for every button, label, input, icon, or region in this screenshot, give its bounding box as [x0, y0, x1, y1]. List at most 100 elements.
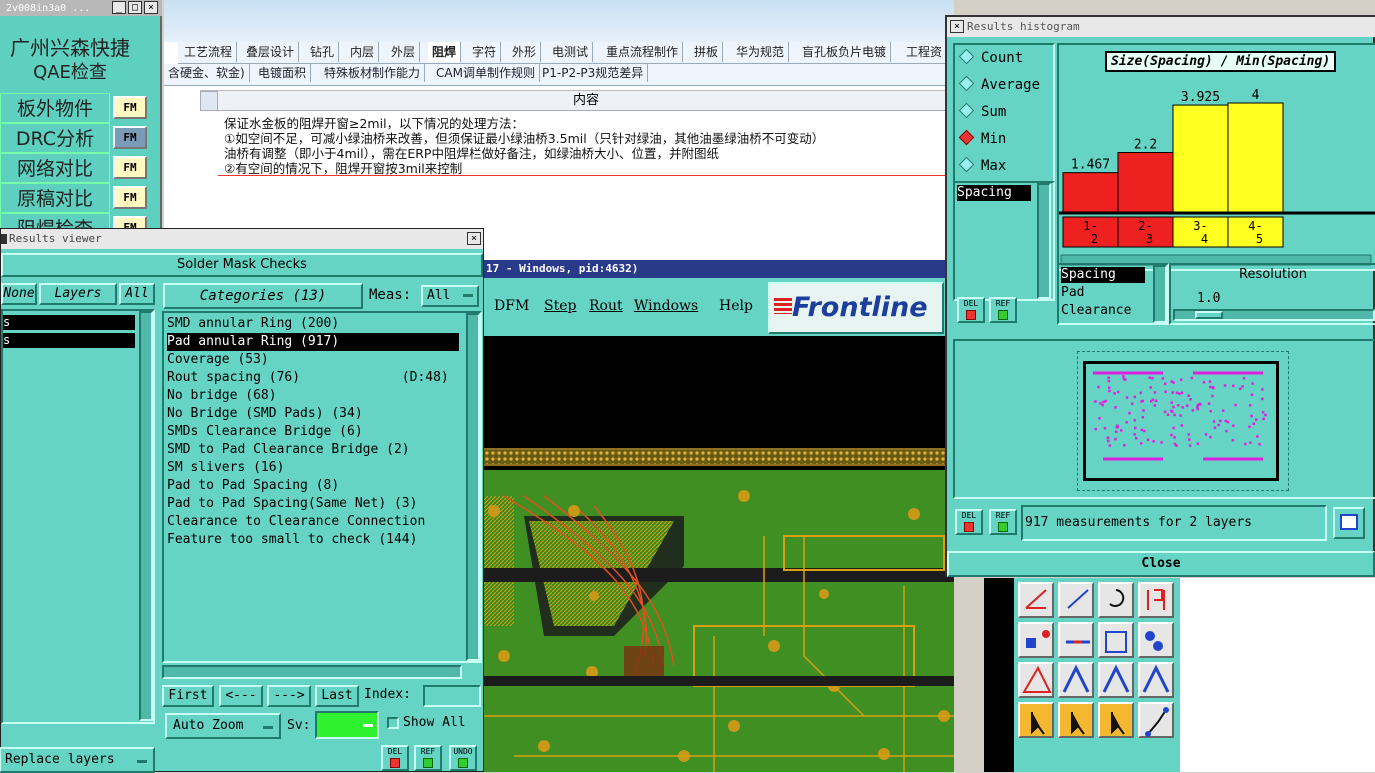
meas-dropdown[interactable]: All	[421, 285, 479, 307]
radio-min[interactable]: Min	[958, 128, 1006, 150]
histogram-bar[interactable]	[1227, 102, 1284, 214]
radio-average[interactable]: Average	[958, 74, 1040, 96]
ref-button[interactable]: REF	[414, 745, 442, 771]
viewer-titlebar[interactable]: Results viewer ×	[1, 229, 483, 249]
category-item[interactable]: Coverage (53)	[167, 351, 269, 369]
board-canvas[interactable]	[484, 336, 954, 772]
subtab-4[interactable]: P1-P2-P3规范差异	[538, 64, 649, 82]
fm-button[interactable]: FM	[113, 96, 147, 119]
show-all-checkbox[interactable]	[387, 717, 399, 729]
menu-step[interactable]: Step	[544, 298, 576, 314]
tab-8[interactable]: 电测试	[548, 42, 594, 62]
board-preview[interactable]	[953, 339, 1375, 499]
qae-item-3[interactable]: 原稿对比 FM	[0, 183, 150, 213]
radio-max[interactable]: Max	[958, 155, 1006, 177]
tab-13[interactable]: 工程资	[902, 42, 948, 62]
auto-zoom-dropdown[interactable]: Auto Zoom	[165, 713, 281, 739]
category-item[interactable]: Pad to Pad Spacing (8)	[167, 477, 339, 495]
sv-color-dropdown[interactable]	[315, 711, 379, 739]
menu-help[interactable]: Help	[719, 298, 753, 314]
menu-rout[interactable]: Rout	[589, 298, 623, 314]
close-histogram-button[interactable]: Close	[947, 551, 1375, 577]
histogram-bar[interactable]	[1117, 152, 1174, 214]
attr-item-selected[interactable]: Spacing	[1061, 267, 1145, 283]
list-scrollbar[interactable]	[1037, 183, 1051, 299]
attr-list[interactable]: Spacing Pad Clearance	[1057, 263, 1169, 325]
attr-item[interactable]: Pad	[1061, 285, 1084, 300]
subtab-2[interactable]: 特殊板材制作能力	[320, 64, 426, 82]
grid-corner[interactable]	[200, 91, 218, 111]
category-item[interactable]: Clearance to Clearance Connection	[167, 513, 459, 531]
tab-12[interactable]: 盲孔板负片电镀	[798, 42, 892, 62]
subtab-1[interactable]: 电镀面积	[254, 64, 312, 82]
del-button[interactable]: DEL	[957, 297, 985, 323]
category-item-selected[interactable]: Pad annular Ring (917)	[167, 333, 459, 351]
category-item[interactable]: SMDs Clearance Bridge (6)	[167, 423, 363, 441]
attr-item[interactable]: Clearance	[1061, 303, 1131, 318]
undo-button[interactable]: UNDO	[449, 745, 477, 771]
category-item[interactable]: SMD annular Ring (200)	[167, 315, 339, 333]
category-item[interactable]: Pad to Pad Spacing(Same Net) (3)	[167, 495, 417, 513]
subtab-3[interactable]: CAM调单制作规则	[432, 64, 540, 82]
category-item[interactable]: No Bridge (SMD Pads) (34)	[167, 405, 363, 423]
menu-dfm[interactable]: DFM	[494, 298, 529, 314]
category-item[interactable]: Feature too small to check (144)	[167, 531, 417, 549]
categories-vscrollbar[interactable]	[466, 313, 480, 661]
prev-button[interactable]: <---	[219, 685, 263, 707]
tab-7[interactable]: 外形	[508, 42, 542, 62]
histogram-bar[interactable]	[1062, 172, 1119, 214]
category-item[interactable]: SM slivers (16)	[167, 459, 284, 477]
menu-windows[interactable]: Windows	[634, 298, 698, 314]
histogram-titlebar[interactable]: × Results histogram	[947, 17, 1375, 37]
replace-layers-dropdown[interactable]: Replace layers	[0, 747, 155, 773]
fm-button[interactable]: FM	[113, 126, 147, 149]
close-button[interactable]: ×	[950, 20, 964, 33]
next-button[interactable]: --->	[267, 685, 311, 707]
first-button[interactable]: First	[162, 685, 214, 707]
slider-thumb[interactable]	[1195, 311, 1223, 319]
category-item[interactable]: Rout spacing (76) (D:48)	[167, 369, 449, 387]
qae-item-1[interactable]: DRC分析 FM	[0, 123, 150, 153]
qae-item-2[interactable]: 网络对比 FM	[0, 153, 150, 183]
ref-button[interactable]: REF	[989, 297, 1017, 323]
tab-10[interactable]: 拼板	[690, 42, 724, 62]
tab-11[interactable]: 华为规范	[732, 42, 790, 62]
layers-button[interactable]: Layers	[39, 283, 117, 305]
tab-0[interactable]: 工艺流程	[180, 42, 238, 62]
layer-item[interactable]: s	[3, 315, 135, 330]
fm-button[interactable]: FM	[113, 156, 147, 179]
layers-scrollbar[interactable]	[139, 311, 153, 721]
tab-9[interactable]: 重点流程制作	[602, 42, 684, 62]
fm-button[interactable]: FM	[113, 186, 147, 209]
maximize-button[interactable]: □	[128, 1, 142, 14]
ref-button[interactable]: REF	[989, 509, 1017, 535]
close-button[interactable]: ×	[144, 1, 158, 14]
categories-hscrollbar[interactable]	[162, 665, 462, 679]
minimize-button[interactable]: _	[112, 1, 126, 14]
genesis-titlebar[interactable]: 17 - Windows, pid:4632)	[484, 260, 954, 278]
histogram-bar[interactable]	[1172, 104, 1229, 214]
category-item[interactable]: No bridge (68)	[167, 387, 277, 405]
tab-1[interactable]: 叠层设计	[242, 42, 300, 62]
list-item-selected[interactable]: Spacing	[957, 185, 1031, 201]
tab-3[interactable]: 内层	[346, 42, 380, 62]
tab-5[interactable]: 阻焊	[428, 42, 462, 62]
qae-item-0[interactable]: 板外物件 FM	[0, 93, 150, 123]
del-button[interactable]: DEL	[381, 745, 409, 771]
last-button[interactable]: Last	[315, 685, 359, 707]
index-input[interactable]	[423, 685, 481, 707]
categories-button[interactable]: Categories (13)	[163, 283, 363, 309]
category-item[interactable]: SMD to Pad Clearance Bridge (2)	[167, 441, 410, 459]
tab-4[interactable]: 外层	[387, 42, 421, 62]
histogram-list[interactable]: Spacing	[953, 181, 1055, 301]
qae-titlebar[interactable]: 2v008in3a0 ... _ □ ×	[0, 0, 162, 16]
resolution-slider[interactable]	[1173, 309, 1375, 321]
layer-item[interactable]: s	[3, 333, 135, 348]
radio-sum[interactable]: Sum	[958, 101, 1006, 123]
radio-count[interactable]: Count	[958, 47, 1023, 69]
close-button[interactable]: ×	[467, 232, 481, 245]
del-button[interactable]: DEL	[955, 509, 983, 535]
categories-list[interactable]: SMD annular Ring (200) Pad annular Ring …	[162, 311, 482, 663]
subtab-0[interactable]: 含硬金、软金)	[164, 64, 250, 82]
all-layers-button[interactable]: All	[119, 283, 155, 305]
